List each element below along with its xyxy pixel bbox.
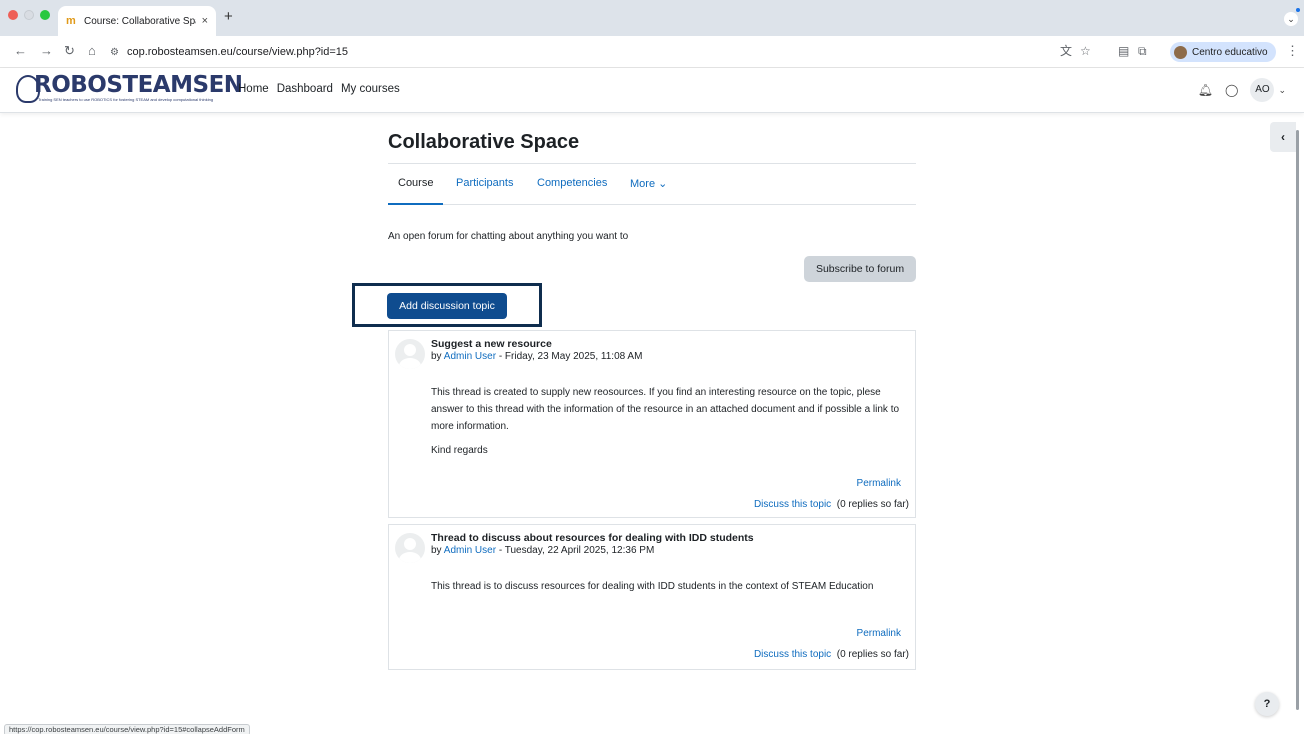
discuss-topic-link[interactable]: Discuss this topic: [754, 499, 831, 510]
site-navbar: ROBOSTEAMSEN Training SEN teachers to us…: [0, 68, 1304, 113]
forum-intro: An open forum for chatting about anythin…: [388, 231, 629, 242]
new-tab-button[interactable]: +: [224, 9, 233, 24]
nav-dashboard[interactable]: Dashboard: [277, 83, 333, 95]
status-bar-url: https://cop.robosteamsen.eu/course/view.…: [4, 724, 250, 734]
notification-bell-icon[interactable]: 🔔︎: [1198, 83, 1213, 97]
add-discussion-topic-button[interactable]: Add discussion topic: [387, 293, 507, 319]
help-button[interactable]: ?: [1255, 692, 1279, 716]
post-body: This thread is to discuss resources for …: [431, 581, 874, 592]
tab-more[interactable]: More ⌄: [630, 177, 667, 205]
post-body-closing: Kind regards: [431, 445, 488, 456]
reload-icon[interactable]: ↻: [64, 43, 75, 59]
post-by: by: [431, 545, 444, 556]
extensions-icon[interactable]: ⧉: [1138, 44, 1147, 58]
logo-tagline: Training SEN teachers to use ROBOTICS fo…: [38, 97, 214, 102]
subscribe-forum-button[interactable]: Subscribe to forum: [804, 256, 916, 282]
browser-tab-bar: m Course: Collaborative Space × + ⌄: [0, 0, 1304, 36]
bookmark-star-icon[interactable]: ☆: [1080, 44, 1091, 58]
post-subject: Suggest a new resource: [431, 338, 552, 350]
post-author-link[interactable]: Admin User: [444, 545, 496, 556]
forward-arrow-icon[interactable]: →: [40, 43, 53, 59]
close-window-button[interactable]: [8, 10, 18, 20]
tab-course[interactable]: Course: [388, 177, 444, 205]
site-logo[interactable]: ROBOSTEAMSEN Training SEN teachers to us…: [8, 72, 243, 106]
moodle-favicon-icon: m: [66, 15, 76, 27]
post-date: - Friday, 23 May 2025, 11:08 AM: [496, 351, 643, 362]
messages-icon[interactable]: ◯: [1225, 83, 1238, 97]
primary-navigation: Home Dashboard My courses: [238, 83, 400, 95]
reading-mode-icon[interactable]: ▤: [1118, 44, 1129, 58]
site-info-icon[interactable]: ⚙: [110, 47, 119, 58]
permalink-link[interactable]: Permalink: [857, 628, 901, 639]
home-icon[interactable]: ⌂: [88, 43, 96, 59]
nav-my-courses[interactable]: My courses: [341, 83, 400, 95]
tab-competencies[interactable]: Competencies: [537, 177, 607, 205]
tab-title: Course: Collaborative Space: [84, 15, 196, 27]
profile-chip[interactable]: Centro educativo: [1170, 42, 1276, 62]
replies-count: (0 replies so far): [836, 499, 909, 510]
browser-toolbar: ← → ↻ ⌂ ⚙ cop.robosteamsen.eu/course/vie…: [0, 36, 1304, 68]
translate-icon[interactable]: 文: [1060, 44, 1072, 58]
back-arrow-icon[interactable]: ←: [14, 43, 27, 59]
tab-search-icon[interactable]: ⌄: [1284, 8, 1300, 26]
post-meta: by Admin User - Friday, 23 May 2025, 11:…: [431, 351, 642, 362]
discuss-row: Discuss this topic (0 replies so far): [754, 649, 909, 660]
profile-photo-icon: [1174, 45, 1187, 59]
post-body: This thread is created to supply new reo…: [431, 387, 900, 432]
post-author-link[interactable]: Admin User: [444, 351, 496, 362]
browser-menu-icon[interactable]: ⋮: [1286, 44, 1299, 58]
chevron-down-icon[interactable]: ⌄: [1278, 85, 1286, 96]
tab-close-icon[interactable]: ×: [202, 15, 208, 27]
post-subject: Thread to discuss about resources for de…: [431, 532, 754, 544]
permalink-link[interactable]: Permalink: [857, 478, 901, 489]
profile-name: Centro educativo: [1192, 46, 1268, 58]
nav-home[interactable]: Home: [238, 83, 269, 95]
open-block-drawer-button[interactable]: ‹: [1270, 122, 1296, 152]
user-avatar-icon[interactable]: [395, 533, 425, 563]
url-text[interactable]: cop.robosteamsen.eu/course/view.php?id=1…: [127, 46, 348, 58]
logo-text: ROBOSTEAMSEN: [34, 72, 243, 98]
user-avatar-icon[interactable]: [395, 339, 425, 369]
maximize-window-button[interactable]: [40, 10, 50, 20]
discuss-row: Discuss this topic (0 replies so far): [754, 499, 909, 510]
discuss-topic-link[interactable]: Discuss this topic: [754, 649, 831, 660]
title-divider: [388, 163, 916, 164]
user-navigation: 🔔︎ ◯ AO ⌄: [1198, 78, 1286, 102]
post-by: by: [431, 351, 444, 362]
user-avatar[interactable]: AO: [1250, 78, 1275, 102]
page-scrollbar[interactable]: [1296, 130, 1299, 710]
browser-tab[interactable]: m Course: Collaborative Space ×: [58, 6, 216, 36]
minimize-window-button[interactable]: [24, 10, 34, 20]
address-bar[interactable]: ⚙ cop.robosteamsen.eu/course/view.php?id…: [110, 40, 1110, 64]
post-date: - Tuesday, 22 April 2025, 12:36 PM: [496, 545, 655, 556]
secondary-navigation: Course Participants Competencies More ⌄: [388, 170, 916, 205]
page-title: Collaborative Space: [388, 131, 580, 153]
forum-post: Thread to discuss about resources for de…: [388, 524, 916, 670]
post-meta: by Admin User - Tuesday, 22 April 2025, …: [431, 545, 654, 556]
tab-participants[interactable]: Participants: [456, 177, 513, 205]
replies-count: (0 replies so far): [836, 649, 909, 660]
forum-post: Suggest a new resource by Admin User - F…: [388, 330, 916, 518]
